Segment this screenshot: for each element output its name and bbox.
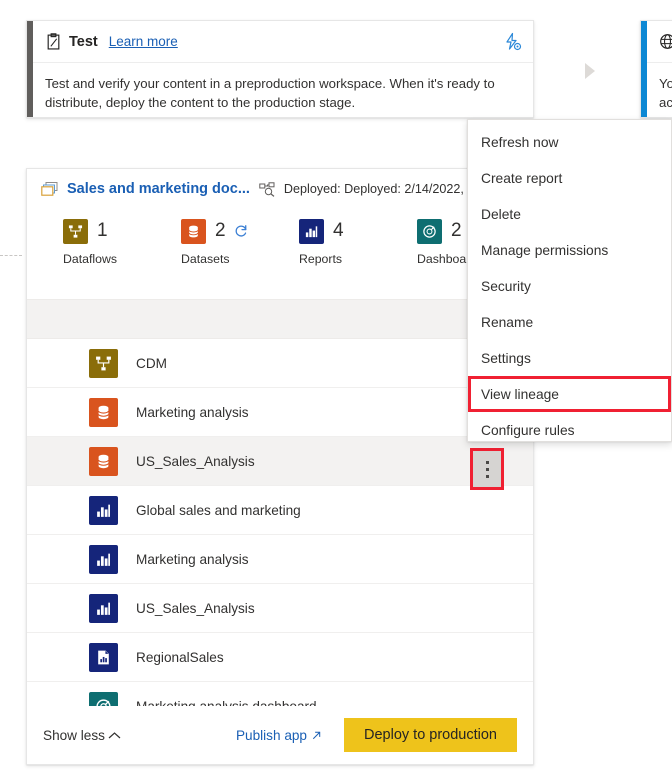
table-row[interactable]: Marketing analysis xyxy=(27,388,533,437)
stage-description-line2: ac xyxy=(659,95,672,111)
stage-arrow-icon xyxy=(585,63,595,79)
dot xyxy=(485,467,489,471)
summary-tile-dataflows[interactable]: 1 Dataflows xyxy=(27,217,145,279)
menu-item-view-lineage[interactable]: View lineage xyxy=(468,376,671,412)
table-row[interactable]: Marketing analysis xyxy=(27,535,533,584)
menu-item-manage-permissions[interactable]: Manage permissions xyxy=(468,232,671,268)
summary-tile-reports[interactable]: 4 Reports xyxy=(263,217,381,279)
dot xyxy=(485,474,489,478)
summary-label: Datasets xyxy=(181,252,230,266)
clipboard-icon xyxy=(47,33,60,50)
stage-body: Yo ac xyxy=(647,63,672,117)
publish-app-label: Publish app xyxy=(235,727,307,743)
globe-icon xyxy=(660,34,672,49)
stage-description: Test and verify your content in a prepro… xyxy=(45,76,495,111)
table-row[interactable]: US_Sales_Analysis xyxy=(27,437,533,486)
menu-item-delete[interactable]: Delete xyxy=(468,196,671,232)
summary-top: 2 xyxy=(181,217,263,245)
dataset-icon xyxy=(89,446,118,476)
summary-top: 1 xyxy=(63,217,145,245)
summary-count: 2 xyxy=(215,220,226,241)
workspace-name-link[interactable]: Sales and marketing doc... xyxy=(67,181,250,197)
artifact-list-header xyxy=(27,299,533,339)
workspace-title-row: Sales and marketing doc... Deployed: Dep… xyxy=(27,169,533,209)
menu-item-rename[interactable]: Rename xyxy=(468,304,671,340)
table-row[interactable]: Global sales and marketing xyxy=(27,486,533,535)
summary-tile-datasets[interactable]: 2 Datasets xyxy=(145,217,263,279)
summary-label: Reports xyxy=(299,252,343,266)
menu-item-configure-rules[interactable]: Configure rules xyxy=(468,412,671,448)
table-row[interactable]: CDM xyxy=(27,339,533,388)
dataflow-icon xyxy=(63,218,88,244)
artifact-name: US_Sales_Analysis xyxy=(136,600,255,616)
external-link-icon xyxy=(312,731,321,739)
menu-item-settings[interactable]: Settings xyxy=(468,340,671,376)
artifact-name: Marketing analysis xyxy=(136,551,249,567)
stage-content-panel: Sales and marketing doc... Deployed: Dep… xyxy=(26,168,534,765)
report-icon xyxy=(89,544,118,574)
show-less-label: Show less xyxy=(43,727,105,743)
artifact-name: Marketing analysis xyxy=(136,404,249,420)
summary-top: 4 xyxy=(299,217,381,245)
deploy-to-production-button[interactable]: Deploy to production xyxy=(344,718,517,752)
summary-count: 4 xyxy=(333,220,344,241)
menu-item-security[interactable]: Security xyxy=(468,268,671,304)
artifact-summary-row: 1 Dataflows 2 Datasets 4 Reports 2 Dashb… xyxy=(27,217,533,279)
deployment-pipeline-stages: Test Learn more Test and verify your con… xyxy=(0,10,672,120)
learn-more-link[interactable]: Learn more xyxy=(109,34,178,49)
artifact-name: Global sales and marketing xyxy=(136,502,301,518)
stage-card-production[interactable]: Yo ac xyxy=(640,20,672,118)
menu-item-create-report[interactable]: Create report xyxy=(468,160,671,196)
workspace-icon xyxy=(41,182,58,196)
artifact-name: RegionalSales xyxy=(136,649,224,665)
context-menu: Refresh now Create report Delete Manage … xyxy=(467,119,672,442)
report-icon xyxy=(89,593,118,623)
artifact-name: US_Sales_Analysis xyxy=(136,453,255,469)
artifact-list: CDM Marketing analysis US_Sales_Analysis… xyxy=(27,339,533,714)
table-row[interactable]: RegionalSales xyxy=(27,633,533,682)
stage-body: Test and verify your content in a prepro… xyxy=(33,63,533,117)
dashboard-icon xyxy=(417,218,442,244)
stage-title: Test xyxy=(69,33,98,50)
stage-header: Test Learn more xyxy=(33,21,533,63)
lineage-view-icon[interactable] xyxy=(259,181,276,197)
dot xyxy=(485,460,489,464)
stage-card-test[interactable]: Test Learn more Test and verify your con… xyxy=(26,20,534,118)
show-less-toggle[interactable]: Show less xyxy=(43,728,121,743)
refresh-spinner-icon xyxy=(235,225,246,237)
stage-header xyxy=(647,21,672,63)
dataset-icon xyxy=(89,397,118,427)
report-icon xyxy=(89,495,118,525)
report-icon xyxy=(299,218,324,244)
summary-label: Dataflows xyxy=(63,252,117,266)
deployment-settings-icon[interactable] xyxy=(503,32,523,52)
chevron-up-icon xyxy=(108,731,121,738)
summary-count: 1 xyxy=(97,220,108,241)
summary-count: 2 xyxy=(451,220,462,241)
artifact-name: CDM xyxy=(136,355,167,371)
publish-app-link[interactable]: Publish app xyxy=(236,728,322,743)
menu-item-refresh-now[interactable]: Refresh now xyxy=(468,124,671,160)
paginated-report-icon xyxy=(89,642,118,672)
row-more-options-button[interactable] xyxy=(470,448,504,490)
table-row[interactable]: US_Sales_Analysis xyxy=(27,584,533,633)
pipeline-connector-dash xyxy=(0,255,22,256)
stage-description-line1: Yo xyxy=(659,76,672,91)
panel-footer: Show less Publish app Deploy to producti… xyxy=(27,706,533,764)
dataset-icon xyxy=(181,218,206,244)
dataflow-icon xyxy=(89,348,118,378)
